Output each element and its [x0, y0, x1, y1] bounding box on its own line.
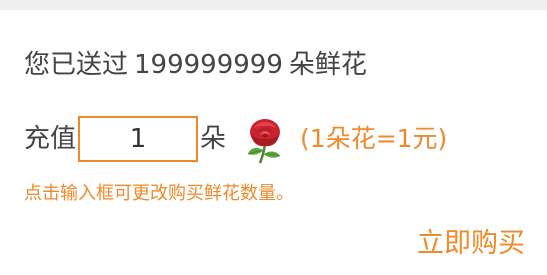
unit-label: 朵: [200, 124, 227, 154]
quantity-input[interactable]: [78, 116, 199, 162]
sent-flowers-summary: 您已送过 199999999 朵鲜花: [24, 48, 367, 82]
sent-suffix: 朵鲜花: [288, 50, 367, 80]
sent-prefix: 您已送过: [24, 50, 129, 80]
recharge-row: 充值 朵 (1朵花=1元): [24, 114, 447, 164]
buy-now-button[interactable]: 立即购买: [417, 224, 525, 264]
quantity-hint-text: 点击输入框可更改购买鲜花数量。: [24, 183, 294, 204]
top-divider-bar: [0, 0, 547, 10]
price-rate-text: (1朵花=1元): [300, 124, 448, 153]
flower-gift-panel: 您已送过199999999朵鲜花 充值 朵 (1朵花: [0, 10, 547, 275]
recharge-label: 充值: [24, 124, 77, 154]
sent-count: 199999999: [134, 50, 283, 80]
rose-icon: [240, 114, 290, 164]
